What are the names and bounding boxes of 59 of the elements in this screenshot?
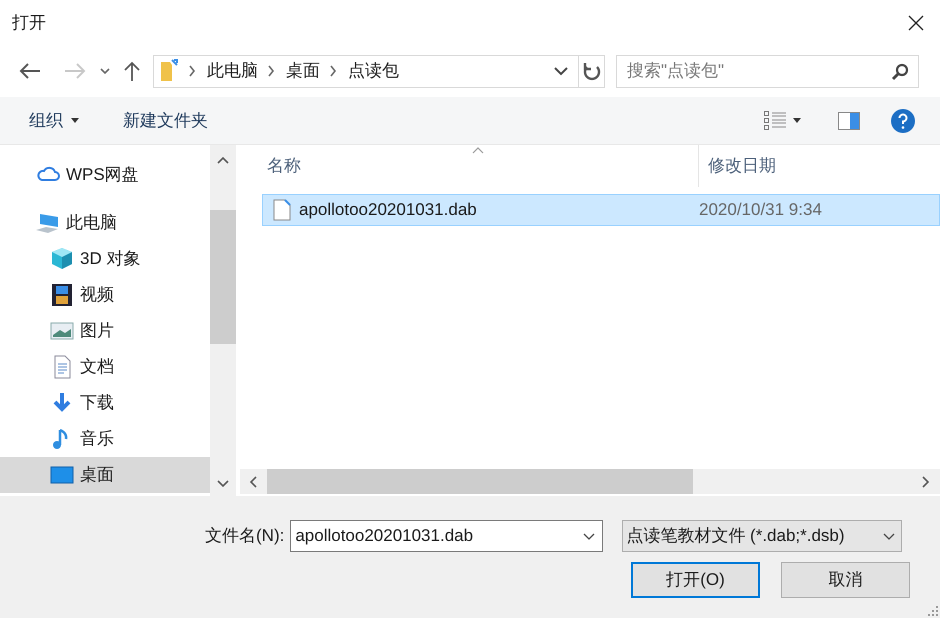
up-icon[interactable] [123, 61, 141, 81]
breadcrumb-item[interactable]: 点读包 [348, 58, 399, 84]
cube-icon [50, 247, 74, 271]
sidebar-item[interactable]: 桌面 [0, 457, 210, 493]
sidebar-item[interactable]: 此电脑 [0, 205, 210, 241]
chevron-right-icon [188, 65, 196, 77]
resize-grip-icon[interactable] [928, 606, 938, 616]
folder-icon [159, 59, 179, 83]
sidebar-item[interactable]: 图片 [0, 313, 210, 349]
film-icon [50, 283, 74, 307]
breadcrumb-item[interactable]: 此电脑 [207, 58, 258, 84]
filename-field[interactable]: apollotoo20201031.dab [290, 520, 604, 552]
file-icon [273, 199, 291, 221]
search-icon[interactable] [891, 62, 909, 80]
dropdown-icon [71, 118, 79, 123]
file-date: 2020/10/31 9:34 [699, 199, 822, 222]
sidebar-item[interactable]: 3D 对象 [0, 241, 210, 277]
sidebar-item[interactable]: 下载 [0, 385, 210, 421]
scroll-right-icon[interactable] [922, 476, 930, 488]
window-title: 打开 [12, 12, 46, 34]
cancel-button[interactable]: 取消 [781, 562, 910, 598]
new-folder-button[interactable]: 新建文件夹 [123, 108, 208, 134]
search-field[interactable]: 搜索"点读包" [616, 54, 919, 88]
chevron-down-icon [883, 532, 896, 540]
sort-ascending-icon [472, 147, 484, 154]
scroll-up-icon[interactable] [217, 156, 229, 164]
column-header[interactable]: 名称 [240, 145, 699, 187]
scrollbar-thumb[interactable] [267, 469, 693, 494]
sidebar-item[interactable]: WPS网盘 [0, 157, 210, 193]
dropdown-icon[interactable] [793, 118, 801, 123]
file-name: apollotoo20201031.dab [299, 199, 478, 222]
chevron-down-icon[interactable] [100, 68, 110, 74]
refresh-icon [582, 61, 600, 81]
chevron-right-icon [267, 65, 275, 77]
field-label: 文件名(N): [205, 525, 284, 548]
file-type-dropdown[interactable]: 点读笔教材文件 (*.dab;*.dsb) [622, 520, 902, 552]
scroll-left-icon[interactable] [249, 476, 257, 488]
open-button[interactable]: 打开(O) [631, 562, 760, 598]
chevron-right-icon [329, 65, 337, 77]
horizontal-scrollbar[interactable] [240, 469, 940, 494]
computer-icon [36, 211, 60, 235]
vertical-scrollbar[interactable] [210, 145, 236, 496]
close-icon[interactable] [908, 14, 924, 30]
sidebar-item[interactable]: 视频 [0, 277, 210, 313]
preview-pane-icon[interactable] [838, 112, 860, 130]
scroll-down-icon[interactable] [217, 480, 229, 488]
organize-button[interactable]: 组织 [29, 108, 79, 134]
file-row[interactable]: apollotoo20201031.dab 2020/10/31 9:34 [262, 194, 940, 226]
chevron-down-icon[interactable] [583, 533, 596, 540]
view-list-icon[interactable] [764, 110, 786, 130]
sidebar-item[interactable]: 文档 [0, 349, 210, 385]
chevron-down-icon[interactable] [554, 66, 568, 76]
column-header[interactable]: 修改日期 [699, 145, 940, 187]
breadcrumb-item[interactable]: 桌面 [286, 58, 320, 84]
scrollbar-thumb[interactable] [210, 210, 236, 344]
help-icon[interactable] [891, 108, 915, 132]
back-icon[interactable] [19, 62, 41, 80]
address-bar[interactable]: 此电脑 桌面 点读包 [153, 54, 605, 88]
sidebar-item[interactable]: 音乐 [0, 421, 210, 457]
